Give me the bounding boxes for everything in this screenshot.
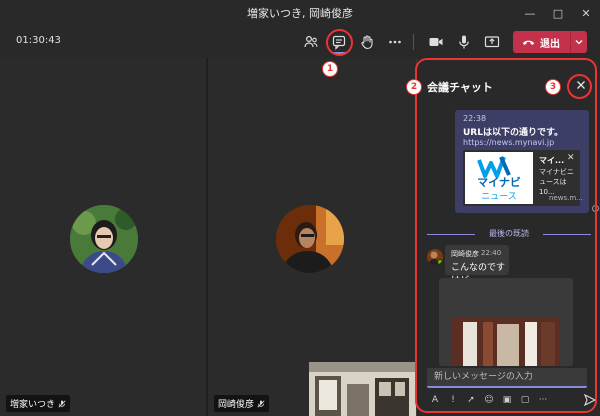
participant-tile[interactable]: 増家いつき xyxy=(0,58,206,416)
avatar-photo xyxy=(70,205,138,273)
participant-name-tag: 増家いつき xyxy=(6,395,71,412)
more-button[interactable] xyxy=(382,30,408,54)
leave-label: 退出 xyxy=(540,38,560,50)
chevron-down-icon xyxy=(575,40,583,45)
mic-off-icon xyxy=(257,399,265,408)
share-icon xyxy=(484,36,500,48)
camera-icon xyxy=(429,38,443,46)
mic-button[interactable] xyxy=(451,30,477,54)
hang-up-icon xyxy=(522,40,535,45)
meeting-timer: 01:30:43 xyxy=(16,35,61,46)
title-bar: 増家いつき, 岡崎俊彦 — □ ✕ xyxy=(0,0,600,26)
annotation-box-chat-panel xyxy=(415,58,597,413)
annotation-marker-3: 3 xyxy=(545,79,561,95)
avatar xyxy=(276,205,344,273)
participant-name: 岡崎俊彦 xyxy=(218,400,255,410)
window-title: 増家いつき, 岡崎俊彦 xyxy=(247,7,353,20)
annotation-marker-2: 2 xyxy=(406,79,422,95)
avatar xyxy=(70,205,138,273)
leave-main-button[interactable]: 退出 xyxy=(513,31,571,53)
more-icon xyxy=(389,40,401,44)
mic-off-icon xyxy=(58,399,66,408)
minimize-icon[interactable]: — xyxy=(516,0,544,26)
mic-icon xyxy=(459,35,469,49)
people-icon xyxy=(304,35,318,48)
camera-button[interactable] xyxy=(423,30,449,54)
self-view-photo xyxy=(309,362,416,416)
maximize-icon[interactable]: □ xyxy=(544,0,572,26)
self-view-video xyxy=(309,362,416,416)
avatar-photo xyxy=(276,205,344,273)
leave-options-button[interactable] xyxy=(571,31,587,53)
participant-name-tag: 岡崎俊彦 xyxy=(214,395,270,412)
annotation-ring-close xyxy=(567,74,592,99)
video-stage: 増家いつき 岡崎俊彦 xyxy=(0,58,416,416)
people-button[interactable] xyxy=(298,30,324,54)
toolbar-separator xyxy=(413,34,414,50)
annotation-ring-chat xyxy=(326,29,353,56)
meeting-toolbar: 01:30:43 退出 xyxy=(0,26,600,58)
window-controls: — □ ✕ xyxy=(516,0,600,26)
raise-hand-icon xyxy=(361,35,373,50)
raise-hand-button[interactable] xyxy=(354,30,380,54)
annotation-marker-1: 1 xyxy=(322,61,338,77)
participant-name: 増家いつき xyxy=(10,400,56,410)
close-window-icon[interactable]: ✕ xyxy=(572,0,600,26)
share-button[interactable] xyxy=(479,30,505,54)
leave-button[interactable]: 退出 xyxy=(513,31,587,53)
